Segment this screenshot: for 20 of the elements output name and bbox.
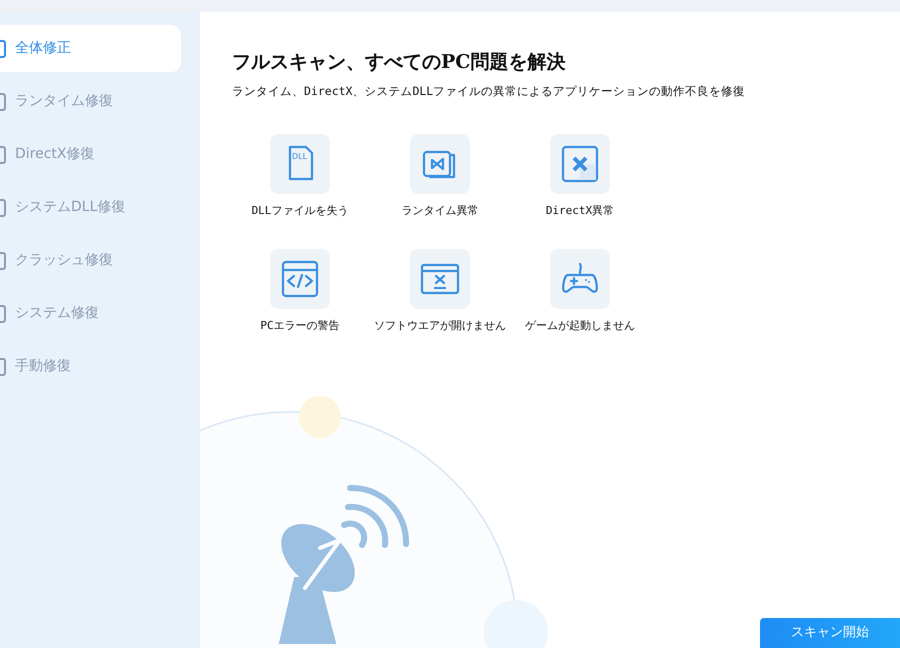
sidebar-item[interactable]: ランタイム修復 bbox=[0, 78, 181, 125]
sidebar-item[interactable]: DirectX修復 bbox=[0, 131, 181, 178]
x-window-icon bbox=[560, 144, 600, 184]
issue-label: ランタイム異常 bbox=[402, 202, 478, 219]
sidebar-item[interactable]: 手動修復 bbox=[0, 343, 181, 390]
sidebar-item[interactable]: 全体修正 bbox=[0, 25, 181, 72]
sidebar-item[interactable]: クラッシュ修復 bbox=[0, 237, 181, 284]
issue-label: PCエラーの警告 bbox=[260, 318, 340, 334]
code-window-icon bbox=[280, 259, 320, 300]
issue-label: ソフトウエアが開けません bbox=[374, 318, 506, 334]
dll-label: DLL bbox=[292, 152, 308, 161]
issue-label: DirectX異常 bbox=[546, 202, 614, 219]
scan-start-button[interactable]: スキャン開始 bbox=[760, 618, 900, 648]
issue-label: ゲームが起動しません bbox=[525, 318, 635, 334]
error-window-icon bbox=[420, 262, 460, 296]
page-subtitle: ランタイム、DirectX、システムDLLファイルの異常によるアプリケーションの動作不良を修復 bbox=[232, 82, 746, 100]
sidebar-item[interactable]: システムDLL修復 bbox=[0, 184, 181, 231]
issue-label: DLLファイルを失う bbox=[252, 202, 348, 219]
page-title: フルスキャン、すべてのPC問題を解決 bbox=[232, 50, 566, 75]
sidebar-item[interactable]: システム修復 bbox=[0, 290, 181, 337]
